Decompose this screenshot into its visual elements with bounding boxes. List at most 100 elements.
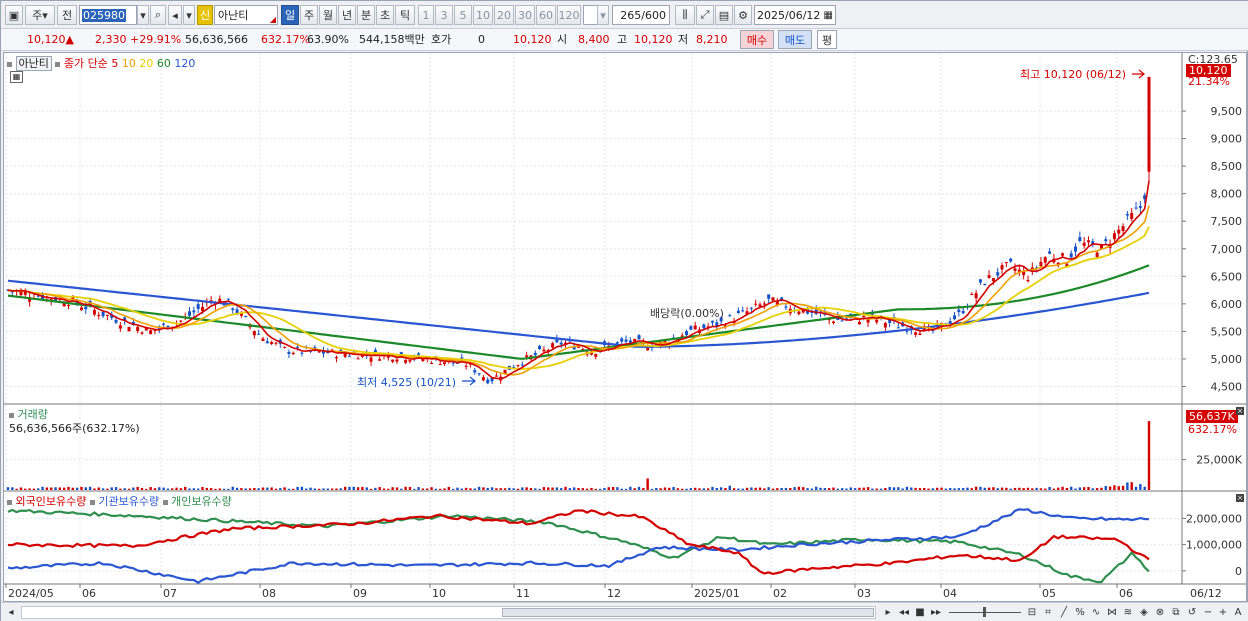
volume-bar — [417, 487, 420, 490]
volume-bar — [1009, 488, 1012, 490]
scrollbar[interactable]: ◂ ▸ ◂◂ ■ ▸▸ ⊟ ⌗ ╱ % ∿ ⋈ ≋ ◈ ⊗ ⧉ ↺ − + A — [1, 602, 1248, 621]
reset-icon[interactable]: ↺ — [1185, 606, 1199, 620]
text-tool-icon[interactable]: A — [1231, 606, 1245, 620]
volume-bar — [58, 487, 62, 490]
stop-icon[interactable]: ■ — [913, 606, 927, 620]
zoom-out-icon[interactable]: − — [1201, 606, 1215, 620]
volume-bar — [430, 487, 433, 490]
interval-1[interactable]: 1 — [418, 5, 434, 25]
rewind-icon[interactable]: ◂◂ — [897, 606, 911, 620]
candle-type-icon[interactable]: ⫼ — [675, 5, 695, 25]
stock-name-field[interactable]: 아난티 ◢ — [214, 5, 278, 25]
prev-button[interactable]: 전 — [57, 5, 77, 25]
candle-body — [1009, 258, 1013, 262]
speaker-icon[interactable]: ◂ — [168, 5, 182, 25]
interval-10[interactable]: 10 — [473, 5, 493, 25]
magnet-icon[interactable]: ∿ — [1089, 606, 1103, 620]
zoom-in-icon[interactable]: + — [1216, 606, 1230, 620]
crosshair-icon[interactable]: ⌗ — [1041, 606, 1055, 620]
scroll-right-icon[interactable]: ▸ — [881, 606, 895, 620]
compare-icon[interactable]: ⊗ — [1153, 606, 1167, 620]
volume-bar — [784, 487, 788, 490]
volume-bar — [162, 487, 165, 490]
market-select[interactable]: 주 ▾ — [25, 5, 55, 25]
period-minute[interactable]: 분 — [357, 5, 375, 25]
period-second[interactable]: 초 — [376, 5, 394, 25]
period-week[interactable]: 주 — [300, 5, 318, 25]
legend-swatch — [9, 412, 14, 418]
gear-icon[interactable]: ⚙ — [734, 5, 752, 25]
chart-area[interactable]: 9,500 9,000 8,500 8,000 7,500 7,000 6,500 6,000… — [3, 52, 1247, 602]
volume-bar — [603, 487, 606, 490]
volume-bar — [789, 488, 792, 490]
chart-canvas[interactable]: 9,500 9,000 8,500 8,000 7,500 7,000 6,500 6,000… — [4, 53, 1246, 601]
close-icon[interactable]: × — [1236, 494, 1244, 502]
volume-bar — [815, 486, 818, 490]
search-icon[interactable]: ⌕ — [150, 5, 166, 25]
stock-name-tag[interactable]: 아난티 — [15, 56, 52, 71]
volume-bar — [560, 488, 563, 490]
save-icon[interactable]: ▤ — [715, 5, 733, 25]
scroll-track[interactable] — [21, 606, 876, 619]
percent-icon[interactable]: % — [1073, 606, 1087, 620]
sound-dropdown-icon[interactable]: ▾ — [183, 5, 195, 25]
volume-bar — [616, 487, 619, 490]
interval-3[interactable]: 3 — [435, 5, 453, 25]
note-icon[interactable]: ≋ — [1121, 606, 1135, 620]
interval-60[interactable]: 60 — [536, 5, 556, 25]
period-month[interactable]: 월 — [319, 5, 337, 25]
volume-bar — [750, 487, 753, 490]
layers-icon[interactable]: ◈ — [1137, 606, 1151, 620]
period-tick[interactable]: 틱 — [395, 5, 415, 25]
pattern-icon[interactable]: ⋈ — [1105, 606, 1119, 620]
volume-bar — [119, 488, 122, 490]
candle-body — [196, 304, 200, 309]
trend-icon[interactable]: ╱ — [1057, 606, 1071, 620]
candle-body — [443, 362, 447, 365]
code-dropdown-icon[interactable]: ▾ — [137, 5, 149, 25]
interval-30[interactable]: 30 — [515, 5, 535, 25]
count-field[interactable]: 265/600 — [612, 5, 670, 25]
scroll-thumb[interactable] — [502, 608, 874, 617]
stock-code-input[interactable]: 025980 — [79, 5, 137, 25]
candle-body — [875, 319, 879, 323]
volume-bar — [936, 487, 939, 490]
interval-dropdown-icon[interactable]: ▾ — [597, 5, 609, 25]
volume-bar — [365, 487, 368, 490]
copy-icon[interactable]: ⧉ — [1169, 606, 1183, 620]
candle-body — [369, 357, 373, 362]
legend-swatch — [7, 499, 12, 505]
interval-5[interactable]: 5 — [454, 5, 472, 25]
volume-bar — [421, 488, 425, 490]
draw-tool-icon[interactable]: ⤢ — [696, 5, 714, 25]
fast-forward-icon[interactable]: ▸▸ — [929, 606, 943, 620]
date-field[interactable]: 2025/06/12 ▦ — [754, 5, 836, 25]
volume-bar — [681, 488, 684, 490]
close-icon[interactable]: × — [1236, 407, 1244, 415]
stock-name: 아난티 — [218, 9, 249, 22]
period-day[interactable]: 일 — [281, 5, 299, 25]
price-tick-label: 7,000 — [1211, 243, 1243, 256]
count-value: 265 — [620, 8, 642, 22]
period-year[interactable]: 년 — [338, 5, 356, 25]
calculator-icon[interactable]: ▦ — [10, 71, 23, 83]
candle-body — [754, 303, 758, 305]
candle-body — [222, 304, 226, 306]
interval-20[interactable]: 20 — [494, 5, 514, 25]
zoom-slider-thumb[interactable] — [983, 607, 986, 617]
volume-ratio: 632.17% — [261, 33, 310, 46]
interval-120[interactable]: 120 — [557, 5, 581, 25]
volume-bar — [1121, 485, 1125, 490]
scroll-left-icon[interactable]: ◂ — [4, 606, 18, 620]
candle-body — [1013, 268, 1017, 271]
candle-body — [408, 360, 412, 362]
candle-body — [97, 314, 101, 316]
ruler-icon[interactable]: ⊟ — [1025, 606, 1039, 620]
volume-bar — [927, 488, 930, 490]
chart-menu-icon[interactable]: ▣ — [5, 5, 23, 25]
evaluate-button[interactable]: 평 — [817, 30, 837, 49]
candle-body — [317, 351, 321, 353]
sell-button[interactable]: 매도 — [778, 30, 812, 49]
volume-bar — [512, 488, 515, 490]
buy-button[interactable]: 매수 — [740, 30, 774, 49]
